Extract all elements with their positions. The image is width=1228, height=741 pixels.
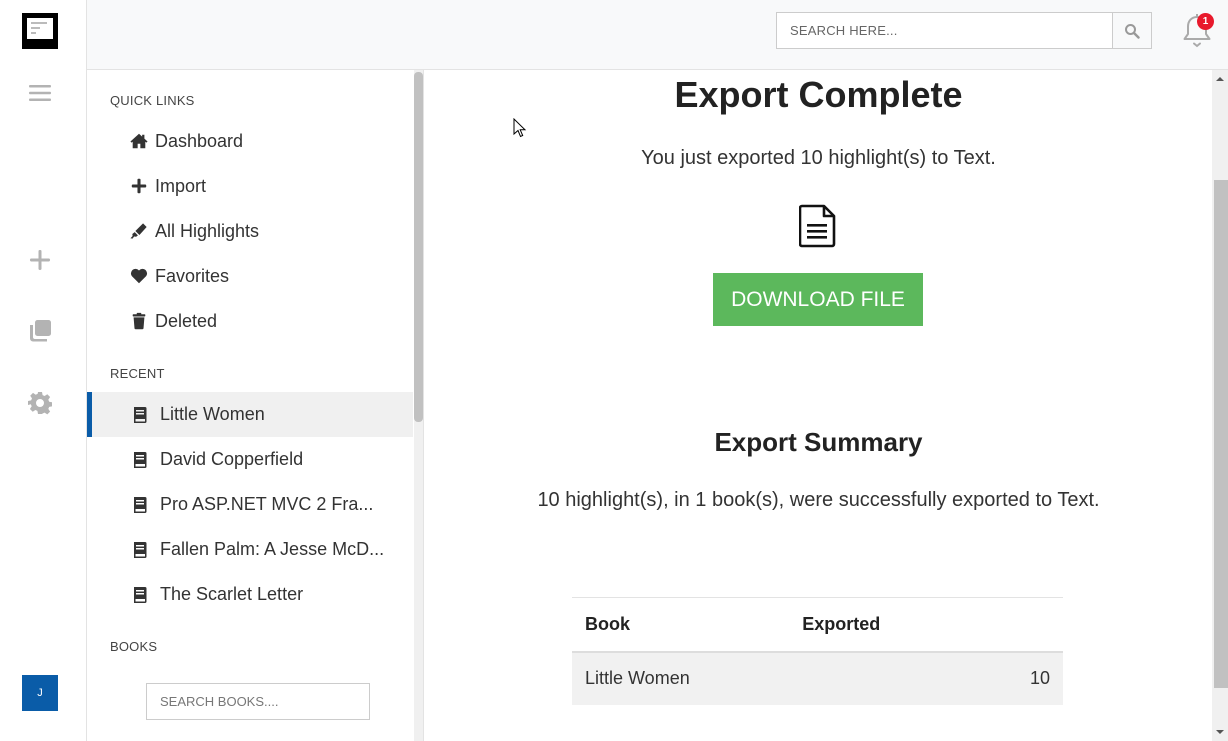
recent-item-label: Pro ASP.NET MVC 2 Fra... xyxy=(160,494,374,514)
column-header-book: Book xyxy=(572,597,803,653)
main-content: Export Complete You just exported 10 hig… xyxy=(425,70,1212,741)
global-search xyxy=(776,12,1152,49)
sidebar-item-label: Favorites xyxy=(155,265,230,286)
sidebar-item-favorites[interactable]: Favorites xyxy=(129,261,229,291)
main-scrollbar-thumb[interactable] xyxy=(1214,180,1228,688)
page-title: Export Complete xyxy=(674,74,963,115)
column-header-exported: Exported xyxy=(802,597,1063,653)
sidebar-item-deleted[interactable]: Deleted xyxy=(129,306,217,336)
search-icon xyxy=(1125,23,1140,39)
avatar-initial: J xyxy=(37,687,43,699)
recent-item-label: The Scarlet Letter xyxy=(160,584,304,604)
recent-item-label: Little Women xyxy=(160,404,265,424)
scroll-down-arrow-icon[interactable] xyxy=(1216,730,1224,734)
books-heading: BOOKS xyxy=(110,639,158,654)
export-summary-table: Book Exported Little Women 10 xyxy=(572,597,1063,705)
export-message: You just exported 10 highlight(s) to Tex… xyxy=(641,147,996,169)
table-header-row: Book Exported xyxy=(572,597,1063,653)
notifications-button[interactable]: 1 xyxy=(1179,12,1215,50)
recent-item-label: David Copperfield xyxy=(160,449,304,469)
sidebar-item-all-highlights[interactable]: All Highlights xyxy=(129,216,259,246)
recent-item-fallen-palm[interactable]: Fallen Palm: A Jesse McD... xyxy=(87,527,413,572)
recent-item-david-copperfield[interactable]: David Copperfield xyxy=(87,437,413,482)
book-icon xyxy=(131,406,149,424)
plus-icon[interactable] xyxy=(28,248,52,272)
sidebar-scrollbar[interactable] xyxy=(414,70,423,741)
scroll-up-arrow-icon[interactable] xyxy=(1216,77,1224,81)
highlighter-icon xyxy=(129,221,149,241)
recent-heading: RECENT xyxy=(110,366,165,381)
sidebar-item-label: Import xyxy=(155,175,207,196)
sidebar-item-label: Dashboard xyxy=(155,130,244,151)
recent-item-label: Fallen Palm: A Jesse McD... xyxy=(160,539,385,559)
plus-icon xyxy=(129,176,149,196)
sidebar-item-label: Deleted xyxy=(155,310,218,331)
sidebar-item-import[interactable]: Import xyxy=(129,171,206,201)
heart-icon xyxy=(129,266,149,286)
book-icon xyxy=(131,451,149,469)
top-bar: 1 xyxy=(87,0,1228,70)
download-file-button[interactable]: DOWNLOAD FILE xyxy=(713,273,923,326)
summary-text: 10 highlight(s), in 1 book(s), were succ… xyxy=(537,489,1100,511)
table-row: Little Women 10 xyxy=(572,651,1063,705)
home-icon xyxy=(129,131,149,151)
recent-item-little-women[interactable]: Little Women xyxy=(87,392,413,437)
recent-item-pro-asp-net[interactable]: Pro ASP.NET MVC 2 Fra... xyxy=(87,482,413,527)
trash-icon xyxy=(129,311,149,331)
book-icon xyxy=(131,586,149,604)
search-button[interactable] xyxy=(1112,13,1151,48)
notification-badge: 1 xyxy=(1197,13,1214,30)
books-search-input[interactable] xyxy=(146,683,370,720)
recent-item-scarlet-letter[interactable]: The Scarlet Letter xyxy=(87,572,413,617)
copy-icon[interactable] xyxy=(28,319,52,343)
main-scrollbar[interactable] xyxy=(1212,70,1228,741)
cell-book: Little Women xyxy=(572,651,803,705)
logo-icon[interactable] xyxy=(22,13,58,49)
book-icon xyxy=(131,496,149,514)
cell-exported: 10 xyxy=(802,651,1063,705)
sidebar: QUICK LINKS Dashboard Import All Highlig… xyxy=(87,70,424,741)
sidebar-item-label: All Highlights xyxy=(155,220,260,241)
file-text-icon xyxy=(799,204,836,248)
summary-heading: Export Summary xyxy=(714,427,923,457)
sidebar-scrollbar-thumb[interactable] xyxy=(414,72,423,422)
menu-icon[interactable] xyxy=(28,81,52,105)
search-input[interactable] xyxy=(777,13,1112,48)
avatar[interactable]: J xyxy=(22,675,58,711)
book-icon xyxy=(131,541,149,559)
quick-links-heading: QUICK LINKS xyxy=(110,93,195,108)
gear-icon[interactable] xyxy=(28,391,53,415)
sidebar-item-dashboard[interactable]: Dashboard xyxy=(129,126,243,156)
icon-rail: J xyxy=(0,0,87,741)
